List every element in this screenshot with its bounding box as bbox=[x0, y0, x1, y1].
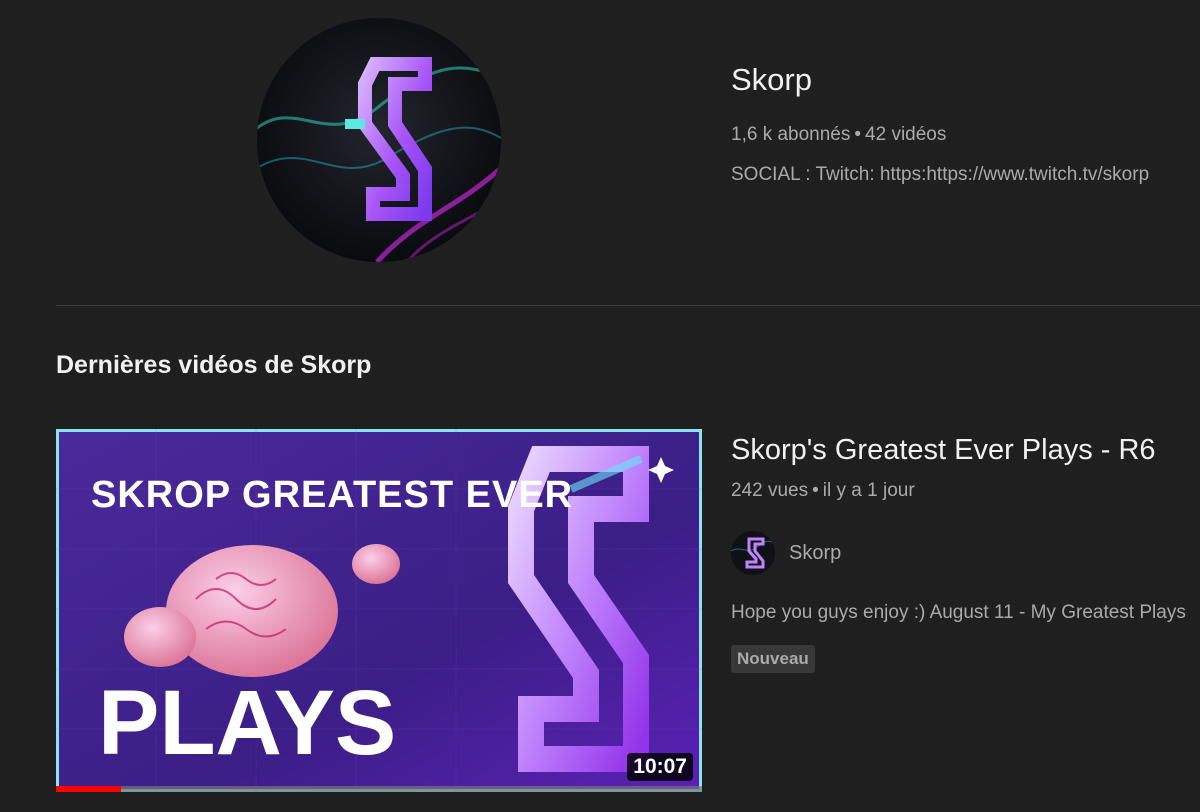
video-description: Hope you guys enjoy :) August 11 - My Gr… bbox=[731, 602, 1186, 623]
meta-separator: • bbox=[812, 480, 819, 501]
watch-progress-track bbox=[56, 786, 702, 792]
author-row[interactable]: Skorp bbox=[731, 531, 841, 575]
section-title: Dernières vidéos de Skorp bbox=[56, 351, 372, 379]
meta-separator: • bbox=[854, 124, 862, 145]
skorp-logo-icon bbox=[731, 531, 775, 575]
channel-stats: 1,6 k abonnés • 42 vidéos bbox=[731, 124, 946, 146]
video-title[interactable]: Skorp's Greatest Ever Plays - R6 bbox=[731, 434, 1156, 467]
view-count: 242 vues bbox=[731, 480, 809, 501]
new-badge: Nouveau bbox=[731, 645, 815, 673]
thumbnail-big-word: PLAYS bbox=[98, 672, 396, 774]
video-duration: 10:07 bbox=[627, 753, 693, 781]
channel-description[interactable]: SOCIAL : Twitch: https:https://www.twitc… bbox=[731, 164, 1200, 186]
video-thumbnail[interactable]: SKROP GREATEST EVER PLAYS 10:07 bbox=[56, 429, 702, 792]
watch-progress-bar bbox=[56, 786, 121, 792]
video-count: 42 vidéos bbox=[865, 124, 947, 145]
channel-name[interactable]: Skorp bbox=[731, 62, 812, 98]
author-avatar[interactable] bbox=[731, 531, 775, 575]
video-meta: 242 vues • il y a 1 jour bbox=[731, 480, 915, 502]
section-divider bbox=[56, 305, 1200, 306]
channel-avatar[interactable] bbox=[257, 18, 501, 262]
subscriber-count: 1,6 k abonnés bbox=[731, 124, 851, 145]
upload-age: il y a 1 jour bbox=[822, 480, 915, 501]
thumbnail-headline: SKROP GREATEST EVER bbox=[91, 474, 573, 516]
author-name[interactable]: Skorp bbox=[789, 542, 841, 565]
thumbnail-artwork: SKROP GREATEST EVER PLAYS bbox=[56, 429, 702, 792]
skorp-logo-icon bbox=[257, 18, 501, 262]
